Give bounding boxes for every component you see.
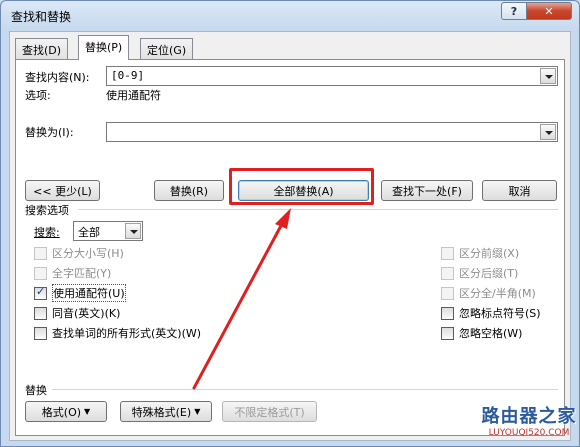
replace-dropdown-arrow-icon[interactable] (540, 124, 556, 140)
dialog-body: 查找(D) 替换(P) 定位(G) 查找内容(N): [0-9] 选项: 使用通… (9, 31, 571, 441)
checkbox-icon (34, 266, 47, 280)
tab-find[interactable]: 查找(D) (15, 38, 69, 59)
tab-goto[interactable]: 定位(G) (140, 38, 194, 59)
find-next-button[interactable]: 查找下一处(F) (381, 180, 473, 201)
checkbox-label: 区分全/半角(M) (459, 287, 536, 300)
checkbox-ignore-spaces[interactable]: 忽略空格(W) (441, 326, 522, 340)
checkbox-icon (34, 326, 47, 340)
checkbox-icon (441, 306, 454, 320)
search-scope-label: 搜索: (34, 226, 60, 239)
replace-button[interactable]: 替换(R) (154, 180, 224, 201)
replace-panel: 查找内容(N): [0-9] 选项: 使用通配符 替换为(I): << 更少(L… (15, 59, 565, 436)
caret-down-icon: ▼ (194, 407, 201, 416)
close-icon: ✕ (544, 4, 554, 18)
checkbox-all-word-forms[interactable]: 查找单词的所有形式(英文)(W) (34, 326, 201, 340)
less-button[interactable]: << 更少(L) (25, 180, 100, 201)
checkbox-icon (34, 246, 47, 260)
replace-section-header: 替换 (25, 384, 47, 397)
watermark-url: LUYOUQI520.COM (488, 428, 570, 438)
caret-down-icon: ▼ (84, 407, 91, 416)
checkbox-icon (441, 286, 454, 300)
find-input[interactable]: [0-9] (106, 66, 558, 86)
options-value: 使用通配符 (106, 89, 161, 102)
tab-replace[interactable]: 替换(P) (78, 35, 130, 60)
checkbox-label: 使用通配符(U) (52, 284, 126, 302)
checkbox-label: 区分大小写(H) (52, 247, 124, 260)
checkbox-match-prefix[interactable]: 区分前缀(X) (441, 246, 519, 260)
replace-input[interactable] (106, 122, 558, 142)
highlight-box (229, 168, 374, 205)
format-button-label: 格式(O) (41, 405, 82, 419)
close-button[interactable]: ✕ (526, 2, 572, 20)
checkbox-use-wildcards[interactable]: 使用通配符(U) (34, 284, 126, 302)
title-bar[interactable]: 查找和替换 ? ✕ (1, 1, 579, 31)
options-label: 选项: (25, 89, 51, 102)
help-icon: ? (510, 4, 518, 18)
checkbox-icon (34, 306, 47, 320)
checkbox-icon (441, 326, 454, 340)
checkbox-sounds-like[interactable]: 同音(英文)(K) (34, 306, 120, 320)
watermark-logo: 路由器之家 LUYOUQI520.COM (478, 402, 580, 444)
checkbox-match-width[interactable]: 区分全/半角(M) (441, 286, 536, 300)
help-button[interactable]: ? (501, 2, 527, 20)
find-dropdown-arrow-icon[interactable] (540, 68, 556, 84)
checkbox-label: 忽略空格(W) (459, 327, 523, 340)
watermark-title: 路由器之家 (481, 406, 577, 427)
find-value: [0-9] (111, 69, 145, 82)
search-options-divider (78, 209, 558, 210)
checkbox-label: 区分后缀(T) (459, 267, 519, 280)
search-scope-arrow-icon[interactable] (125, 223, 141, 239)
checkbox-ignore-punctuation[interactable]: 忽略标点符号(S) (441, 306, 541, 320)
format-button[interactable]: 格式(O) ▼ (25, 401, 107, 422)
search-options-header: 搜索选项 (25, 204, 69, 217)
checkbox-icon (441, 266, 454, 280)
replace-section-divider (52, 389, 558, 390)
checkbox-match-suffix[interactable]: 区分后缀(T) (441, 266, 518, 280)
window-title: 查找和替换 (11, 10, 72, 24)
checkbox-whole-word[interactable]: 全字匹配(Y) (34, 266, 111, 280)
checkmark-icon (34, 285, 47, 300)
find-label: 查找内容(N): (25, 71, 90, 84)
no-formatting-button: 不限定格式(T) (222, 401, 317, 422)
replace-label: 替换为(I): (25, 126, 74, 139)
checkbox-label: 查找单词的所有形式(英文)(W) (52, 327, 202, 340)
cancel-button[interactable]: 取消 (482, 180, 557, 201)
special-format-button[interactable]: 特殊格式(E) ▼ (120, 401, 212, 422)
checkbox-icon (441, 246, 454, 260)
find-replace-dialog: 查找和替换 ? ✕ 查找(D) 替换(P) 定位(G) 查找内容(N): [0-… (0, 0, 580, 447)
checkbox-label: 忽略标点符号(S) (459, 307, 541, 320)
checkbox-label: 区分前缀(X) (459, 247, 520, 260)
special-format-button-label: 特殊格式(E) (131, 405, 192, 419)
search-scope-select[interactable]: 全部 (73, 221, 143, 241)
checkbox-match-case[interactable]: 区分大小写(H) (34, 246, 124, 260)
checkbox-label: 全字匹配(Y) (52, 267, 112, 280)
search-scope-value: 全部 (78, 226, 100, 239)
checkbox-label: 同音(英文)(K) (52, 307, 121, 320)
